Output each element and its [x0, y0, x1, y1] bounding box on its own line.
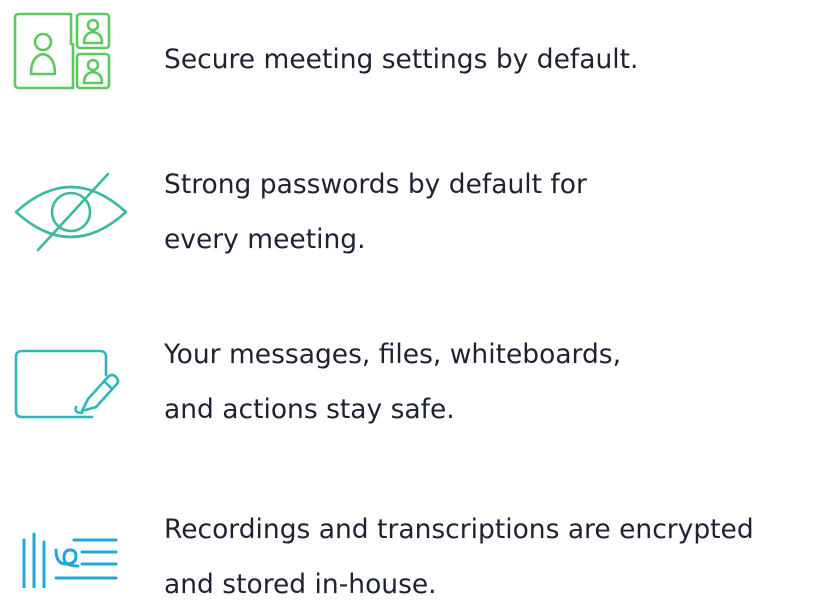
feature-line: Recordings and transcriptions are encryp…: [164, 514, 754, 545]
feature-content-safe: Your messages, files, whiteboards, and a…: [0, 320, 836, 450]
feature-line: Your messages, files, whiteboards,: [164, 339, 622, 370]
feature-line: and actions stay safe.: [164, 394, 455, 425]
feature-line: Strong passwords by default for: [164, 169, 587, 200]
feature-recordings-encrypted: Recordings and transcriptions are encryp…: [0, 494, 836, 600]
feature-text: Secure meeting settings by default.: [164, 32, 638, 87]
feature-text: Strong passwords by default for every me…: [164, 157, 587, 267]
transcript-icon: [20, 530, 120, 592]
feature-strong-passwords: Strong passwords by default for every me…: [0, 150, 836, 280]
feature-text: Recordings and transcriptions are encryp…: [164, 502, 754, 612]
feature-text: Your messages, files, whiteboards, and a…: [164, 327, 621, 437]
feature-line: and stored in-house.: [164, 569, 437, 600]
feature-line: every meeting.: [164, 224, 366, 255]
participants-shield-icon: [13, 12, 113, 96]
eye-slash-icon: [12, 170, 130, 258]
feature-line: Secure meeting settings by default.: [164, 44, 639, 75]
whiteboard-pen-icon: [12, 347, 122, 425]
feature-secure-settings: Secure meeting settings by default.: [0, 0, 836, 120]
